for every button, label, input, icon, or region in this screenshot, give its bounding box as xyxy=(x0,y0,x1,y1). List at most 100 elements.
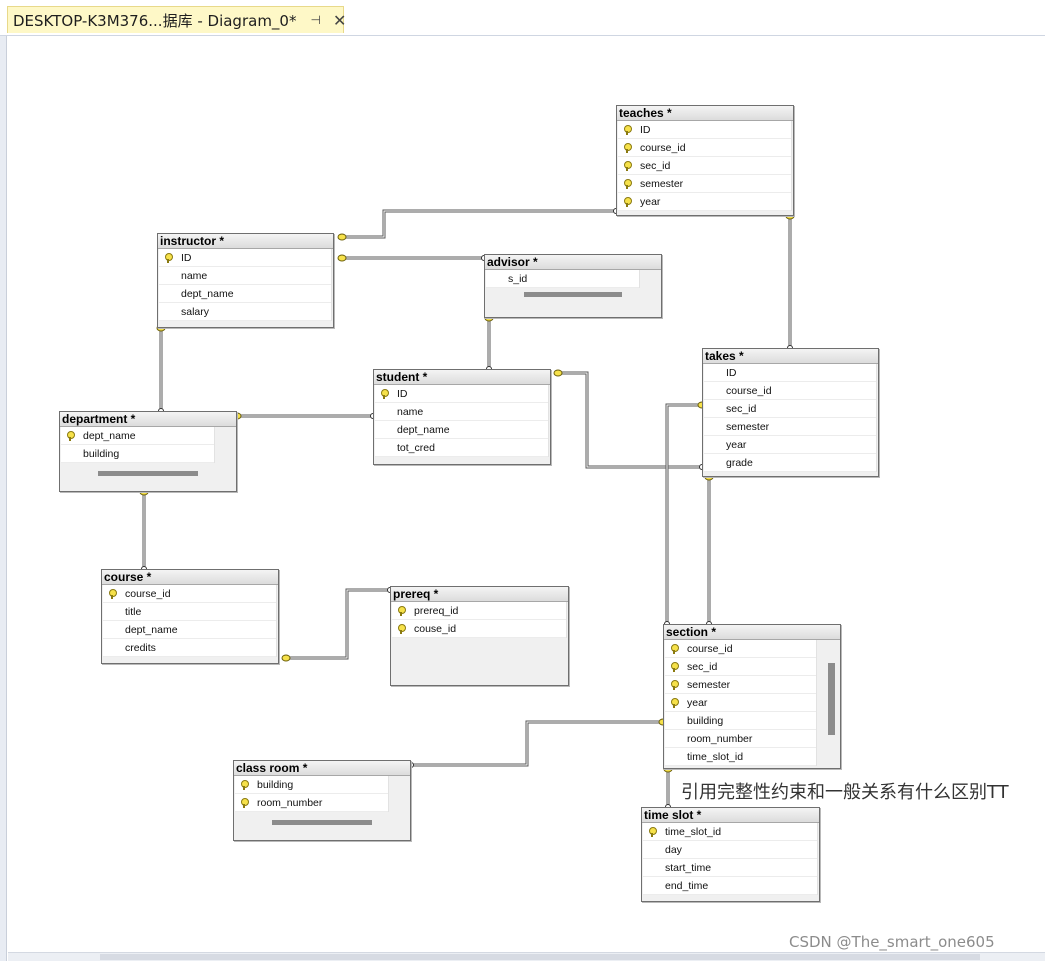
column-row[interactable]: sec_id xyxy=(665,658,816,676)
column-list: ID course_id sec_id semester year xyxy=(618,121,792,211)
column-list: s_id xyxy=(486,270,640,288)
table-department[interactable]: department * dept_name building xyxy=(59,411,237,492)
primary-key-icon xyxy=(624,143,632,153)
table-title: time slot * xyxy=(642,808,819,823)
table-title: student * xyxy=(374,370,550,385)
table-course[interactable]: course * course_id title dept_name credits xyxy=(101,569,279,664)
column-row[interactable]: day xyxy=(643,841,817,859)
column-row[interactable]: title xyxy=(103,603,276,621)
column-row[interactable]: building xyxy=(61,445,214,463)
document-tab[interactable]: DESKTOP-K3M376...据库 - Diagram_0* ⊣ ✕ xyxy=(7,6,346,33)
column-row[interactable]: prereq_id xyxy=(392,602,566,620)
column-name: day xyxy=(665,844,682,856)
horizontal-scrollbar-thumb[interactable] xyxy=(272,820,372,825)
pin-icon[interactable]: ⊣ xyxy=(310,13,320,27)
column-row[interactable]: building xyxy=(235,776,388,794)
column-row[interactable]: semester xyxy=(704,418,876,436)
watermark: CSDN @The_smart_one605 xyxy=(789,933,995,951)
horizontal-scrollbar-thumb[interactable] xyxy=(98,471,198,476)
column-row[interactable]: dept_name xyxy=(61,427,214,445)
column-name: s_id xyxy=(508,273,528,285)
column-row[interactable]: s_id xyxy=(486,270,639,288)
column-row[interactable]: course_id xyxy=(103,585,276,603)
table-teaches[interactable]: teaches * ID course_id sec_id semester year xyxy=(616,105,794,216)
column-row[interactable]: room_number xyxy=(665,730,816,748)
column-row[interactable]: year xyxy=(704,436,876,454)
column-row[interactable]: tot_cred xyxy=(375,439,548,457)
column-row[interactable]: year xyxy=(618,193,791,211)
primary-key-icon xyxy=(67,431,75,441)
column-name: dept_name xyxy=(181,288,234,300)
column-row[interactable]: semester xyxy=(618,175,791,193)
horizontal-scrollbar[interactable] xyxy=(8,952,1045,961)
table-title: class room * xyxy=(234,761,410,776)
column-name: semester xyxy=(726,421,770,433)
column-row[interactable]: course_id xyxy=(704,382,876,400)
horizontal-scrollbar-thumb[interactable] xyxy=(524,292,622,297)
table-section[interactable]: section * course_id sec_id semester year bui… xyxy=(663,624,841,769)
table-classroom[interactable]: class room * building room_number xyxy=(233,760,411,841)
column-row[interactable]: start_time xyxy=(643,859,817,877)
diagram-canvas[interactable] xyxy=(8,36,1045,952)
column-name: year xyxy=(687,697,708,709)
column-row[interactable]: grade xyxy=(704,454,876,472)
column-row[interactable]: ID xyxy=(618,121,791,139)
column-list: time_slot_idday start_time end_time xyxy=(643,823,818,895)
primary-key-icon xyxy=(398,624,406,634)
primary-key-icon xyxy=(624,161,632,171)
column-row[interactable]: sec_id xyxy=(618,157,791,175)
column-name: building xyxy=(83,448,120,460)
column-name: sec_id xyxy=(640,160,671,172)
column-row[interactable]: semester xyxy=(665,676,816,694)
scrollbar-thumb[interactable] xyxy=(100,954,980,960)
vertical-scrollbar-thumb[interactable] xyxy=(828,663,835,735)
column-row[interactable]: name xyxy=(159,267,331,285)
table-takes[interactable]: takes * ID course_id sec_id semester year gra… xyxy=(702,348,879,477)
column-row[interactable]: name xyxy=(375,403,548,421)
column-row[interactable]: dept_name xyxy=(375,421,548,439)
table-student[interactable]: student * ID name dept_name tot_cred xyxy=(373,369,551,465)
column-row[interactable]: ID xyxy=(159,249,331,267)
primary-key-icon xyxy=(624,197,632,207)
column-row[interactable]: course_id xyxy=(618,139,791,157)
column-row[interactable]: dept_name xyxy=(159,285,331,303)
column-row[interactable]: time_slot_id xyxy=(643,823,817,841)
column-name: name xyxy=(397,406,424,418)
column-row[interactable]: room_number xyxy=(235,794,388,812)
table-instructor[interactable]: instructor * ID name dept_name salary xyxy=(157,233,334,328)
column-name: room_number xyxy=(257,797,323,809)
column-row[interactable]: time_slot_id xyxy=(665,748,816,766)
column-name: couse_id xyxy=(414,623,457,635)
column-name: salary xyxy=(181,306,210,318)
primary-key-icon xyxy=(624,179,632,189)
column-name: grade xyxy=(726,457,753,469)
column-row[interactable]: year xyxy=(665,694,816,712)
column-row[interactable]: course_id xyxy=(665,640,816,658)
column-name: dept_name xyxy=(83,430,136,442)
column-name: semester xyxy=(687,679,731,691)
table-prereq[interactable]: prereq * prereq_id couse_id xyxy=(390,586,569,686)
column-name: start_time xyxy=(665,862,712,874)
column-list: prereq_id couse_id xyxy=(392,602,567,638)
close-icon[interactable]: ✕ xyxy=(333,11,346,30)
column-row[interactable]: credits xyxy=(103,639,276,657)
primary-key-icon xyxy=(671,644,679,654)
column-name: credits xyxy=(125,642,156,654)
column-row[interactable]: ID xyxy=(704,364,876,382)
primary-key-icon xyxy=(624,125,632,135)
column-name: prereq_id xyxy=(414,605,459,617)
column-list: ID course_id sec_id semester year grade xyxy=(704,364,877,472)
column-row[interactable]: ID xyxy=(375,385,548,403)
column-row[interactable]: dept_name xyxy=(103,621,276,639)
column-row[interactable]: salary xyxy=(159,303,331,321)
table-advisor[interactable]: advisor * s_id xyxy=(484,254,662,318)
column-row[interactable]: end_time xyxy=(643,877,817,895)
column-row[interactable]: couse_id xyxy=(392,620,566,638)
column-row[interactable]: building xyxy=(665,712,816,730)
column-name: course_id xyxy=(640,142,686,154)
table-title: takes * xyxy=(703,349,878,364)
table-timeslot[interactable]: time slot * time_slot_idday start_timeend… xyxy=(641,807,820,902)
column-name: end_time xyxy=(665,880,709,892)
table-title: teaches * xyxy=(617,106,793,121)
column-row[interactable]: sec_id xyxy=(704,400,876,418)
